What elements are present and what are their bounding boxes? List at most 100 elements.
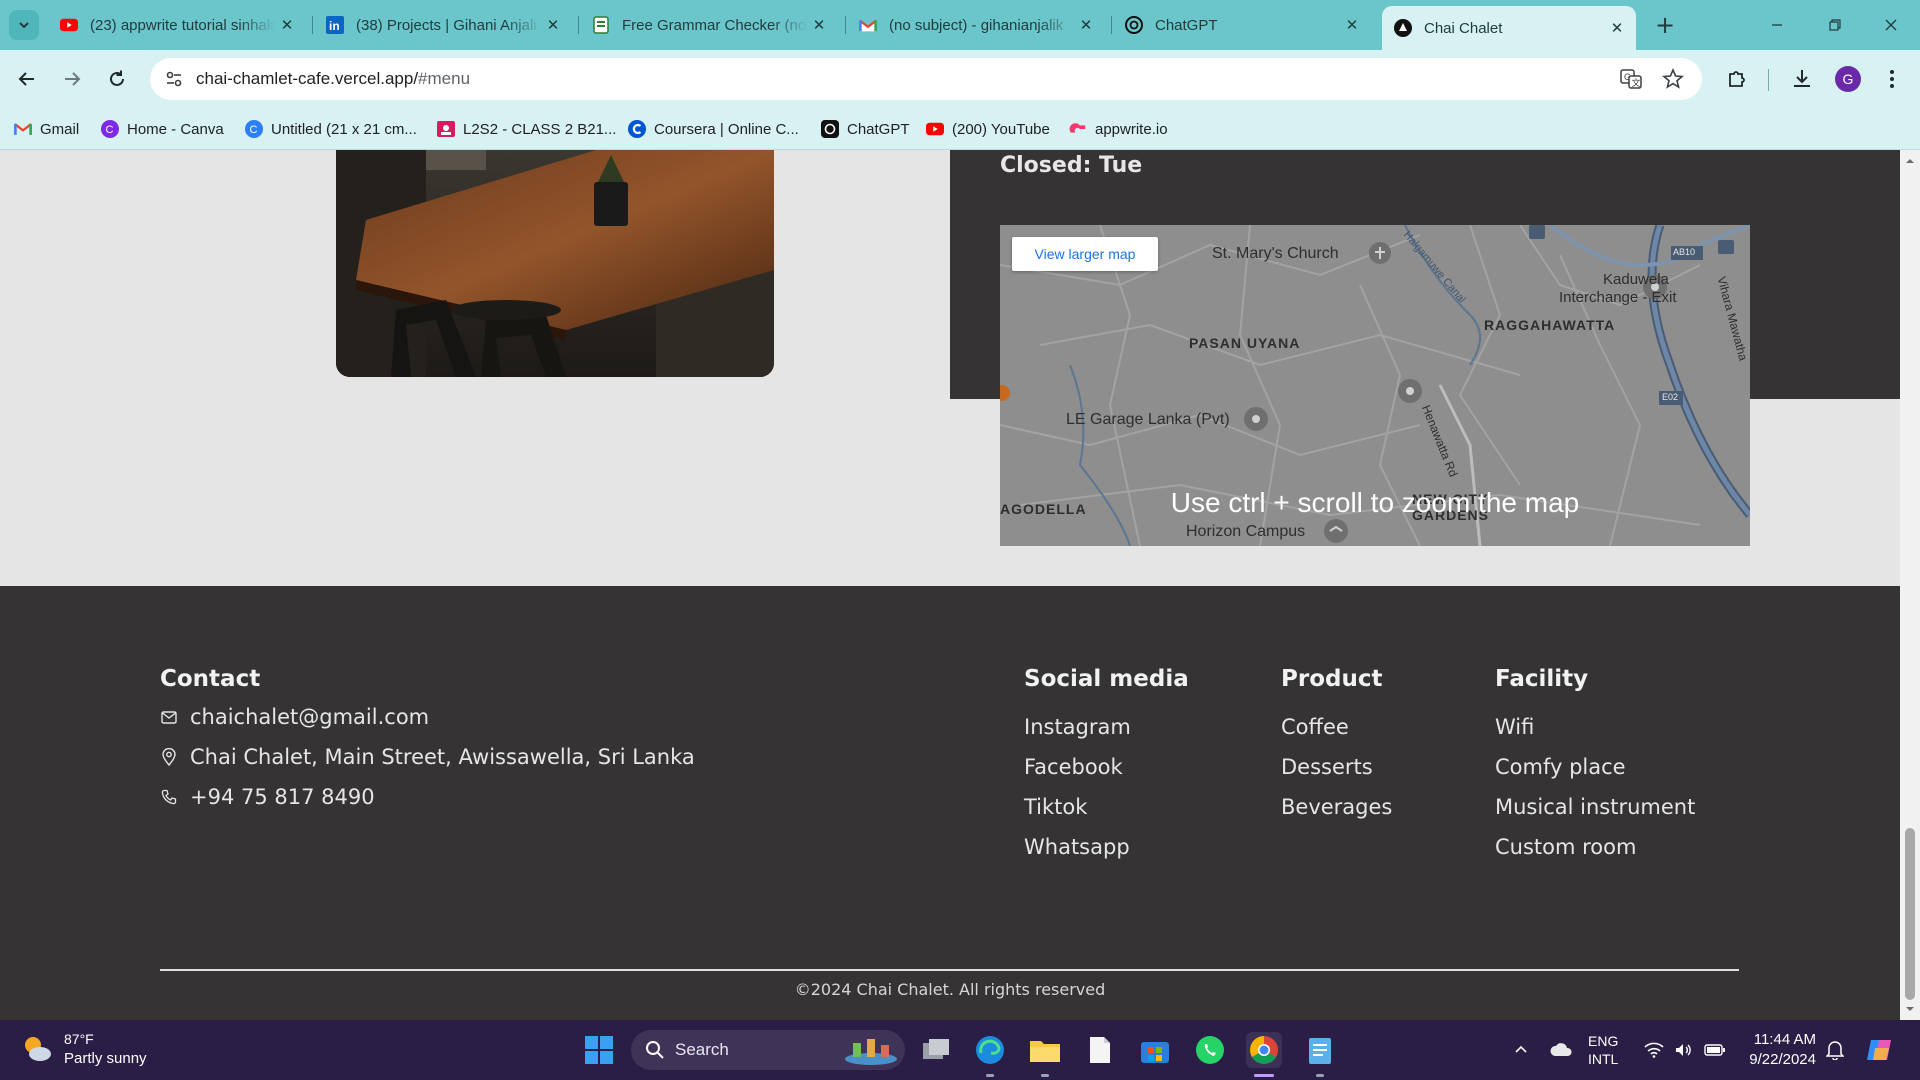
scroll-down-arrow-icon[interactable] bbox=[1900, 1002, 1920, 1016]
taskbar-whatsapp[interactable] bbox=[1192, 1032, 1228, 1068]
contact-email[interactable]: chaichalet@gmail.com bbox=[160, 705, 429, 729]
language-indicator[interactable]: ENG INTL bbox=[1588, 1032, 1618, 1068]
bookmark-coursera[interactable]: Coursera | Online C... bbox=[628, 118, 799, 140]
footer-link-beverages[interactable]: Beverages bbox=[1281, 795, 1392, 819]
location-map[interactable]: View larger map St. Mary's Church Kaduwe… bbox=[1000, 225, 1750, 546]
taskbar-microsoft-store[interactable] bbox=[1137, 1032, 1173, 1068]
minimize-button[interactable] bbox=[1748, 0, 1806, 50]
taskbar-search[interactable]: Search bbox=[631, 1030, 905, 1070]
browser-toolbar: chai-chamlet-cafe.vercel.app/#menu G文 G bbox=[0, 50, 1920, 108]
tab-chatgpt[interactable]: ChatGPT ✕ bbox=[1113, 8, 1371, 42]
site-info-icon[interactable] bbox=[164, 69, 184, 89]
contact-address-text: Chai Chalet, Main Street, Awissawella, S… bbox=[190, 745, 695, 769]
bookmark-appwrite[interactable]: appwrite.io bbox=[1069, 118, 1168, 140]
back-arrow-icon bbox=[18, 72, 34, 86]
closed-label: Closed: bbox=[1000, 153, 1092, 178]
taskbar-notes-app[interactable] bbox=[1302, 1032, 1338, 1068]
page-scrollbar[interactable] bbox=[1900, 150, 1920, 1020]
footer-link-musical-instrument[interactable]: Musical instrument bbox=[1495, 795, 1695, 819]
scrollbar-thumb[interactable] bbox=[1905, 828, 1915, 1000]
close-icon[interactable]: ✕ bbox=[1341, 14, 1363, 36]
appwrite-icon bbox=[1069, 120, 1087, 138]
notepad-icon bbox=[1309, 1038, 1331, 1064]
bookmark-classroom[interactable]: L2S2 - CLASS 2 B21... bbox=[437, 118, 616, 140]
close-icon[interactable]: ✕ bbox=[542, 14, 564, 36]
classroom-icon bbox=[437, 120, 455, 138]
footer-link-comfy-place[interactable]: Comfy place bbox=[1495, 755, 1626, 779]
close-icon[interactable]: ✕ bbox=[808, 14, 830, 36]
taskbar-edge[interactable] bbox=[972, 1032, 1008, 1068]
chevron-down-icon bbox=[19, 22, 29, 29]
clock[interactable]: 11:44 AM 9/22/2024 bbox=[1740, 1030, 1816, 1070]
profile-initial: G bbox=[1842, 71, 1854, 87]
weather-widget[interactable]: 87°F Partly sunny bbox=[20, 1030, 147, 1068]
bookmark-canva-untitled[interactable]: C Untitled (21 x 21 cm... bbox=[245, 118, 417, 140]
scroll-up-arrow-icon[interactable] bbox=[1900, 154, 1920, 168]
canva-icon: C bbox=[101, 120, 119, 138]
restore-button[interactable] bbox=[1806, 0, 1864, 50]
footer-link-custom-room[interactable]: Custom room bbox=[1495, 835, 1636, 859]
tab-label: ChatGPT bbox=[1155, 16, 1218, 34]
onedrive-button[interactable] bbox=[1543, 1032, 1579, 1068]
tab-youtube[interactable]: (23) appwrite tutorial sinhala ✕ bbox=[48, 8, 306, 42]
bookmark-canva-home[interactable]: C Home - Canva bbox=[101, 118, 224, 140]
battery-button[interactable] bbox=[1697, 1032, 1733, 1068]
tab-search-button[interactable] bbox=[9, 10, 39, 40]
bookmark-youtube[interactable]: (200) YouTube bbox=[926, 118, 1050, 140]
contact-phone[interactable]: +94 75 817 8490 bbox=[160, 785, 375, 809]
extensions-button[interactable] bbox=[1721, 63, 1753, 95]
bookmark-star-icon[interactable] bbox=[1662, 68, 1684, 90]
canva-icon: C bbox=[245, 120, 263, 138]
close-icon[interactable]: ✕ bbox=[1075, 14, 1097, 36]
svg-text:文: 文 bbox=[1632, 77, 1641, 89]
footer-link-facebook[interactable]: Facebook bbox=[1024, 755, 1123, 779]
new-tab-button[interactable]: + bbox=[1650, 10, 1680, 40]
taskbar-file-explorer[interactable] bbox=[1027, 1032, 1063, 1068]
address-bar[interactable]: chai-chamlet-cafe.vercel.app/#menu G文 bbox=[150, 58, 1702, 100]
back-button[interactable] bbox=[11, 63, 43, 95]
linkedin-icon: in bbox=[326, 16, 344, 34]
map-label: Interchange - Exit bbox=[1559, 289, 1677, 306]
chrome-icon bbox=[1250, 1036, 1278, 1064]
close-window-button[interactable] bbox=[1862, 0, 1920, 50]
copilot-button[interactable] bbox=[1862, 1032, 1898, 1068]
notifications-button[interactable] bbox=[1817, 1032, 1853, 1068]
forward-button[interactable] bbox=[56, 63, 88, 95]
tab-divider bbox=[312, 16, 313, 34]
footer-link-whatsapp[interactable]: Whatsapp bbox=[1024, 835, 1130, 859]
copilot-icon bbox=[1867, 1040, 1891, 1060]
profile-button[interactable]: G bbox=[1832, 63, 1864, 95]
start-button[interactable] bbox=[581, 1032, 617, 1068]
tab-divider bbox=[845, 16, 846, 34]
bookmark-label: Untitled (21 x 21 cm... bbox=[271, 120, 417, 138]
task-view-button[interactable] bbox=[918, 1032, 954, 1068]
downloads-button[interactable] bbox=[1786, 63, 1818, 95]
keyboard-layout: INTL bbox=[1588, 1051, 1619, 1067]
close-icon[interactable]: ✕ bbox=[276, 14, 298, 36]
reload-button[interactable] bbox=[101, 63, 133, 95]
footer-link-tiktok[interactable]: Tiktok bbox=[1024, 795, 1087, 819]
tab-linkedin[interactable]: in (38) Projects | Gihani Anjali ✕ bbox=[314, 8, 572, 42]
taskbar-notepad[interactable] bbox=[1082, 1032, 1118, 1068]
footer-link-coffee[interactable]: Coffee bbox=[1281, 715, 1349, 739]
bookmark-chatgpt[interactable]: ChatGPT bbox=[821, 118, 910, 140]
footer-link-desserts[interactable]: Desserts bbox=[1281, 755, 1373, 779]
bookmark-gmail[interactable]: Gmail bbox=[14, 118, 79, 140]
close-icon bbox=[1885, 19, 1897, 31]
show-hidden-icons-button[interactable] bbox=[1503, 1032, 1539, 1068]
footer-link-wifi[interactable]: Wifi bbox=[1495, 715, 1534, 739]
footer-link-instagram[interactable]: Instagram bbox=[1024, 715, 1131, 739]
tab-gmail[interactable]: (no subject) - gihanianjalik ✕ bbox=[847, 8, 1105, 42]
tab-divider bbox=[1111, 16, 1112, 34]
contact-phone-text: +94 75 817 8490 bbox=[190, 785, 375, 809]
taskbar-chrome[interactable] bbox=[1246, 1032, 1282, 1068]
close-icon[interactable]: ✕ bbox=[1606, 17, 1628, 39]
view-larger-map-button[interactable]: View larger map bbox=[1012, 237, 1158, 271]
weather-condition: Partly sunny bbox=[64, 1050, 147, 1067]
youtube-icon bbox=[60, 16, 78, 34]
tab-grammar-checker[interactable]: Free Grammar Checker (no ✕ bbox=[580, 8, 838, 42]
translate-icon[interactable]: G文 bbox=[1620, 68, 1642, 90]
tab-chai-chalet[interactable]: Chai Chalet ✕ bbox=[1382, 6, 1636, 50]
browser-menu-button[interactable] bbox=[1876, 63, 1908, 95]
map-zoom-hint: Use ctrl + scroll to zoom the map bbox=[1170, 487, 1580, 518]
